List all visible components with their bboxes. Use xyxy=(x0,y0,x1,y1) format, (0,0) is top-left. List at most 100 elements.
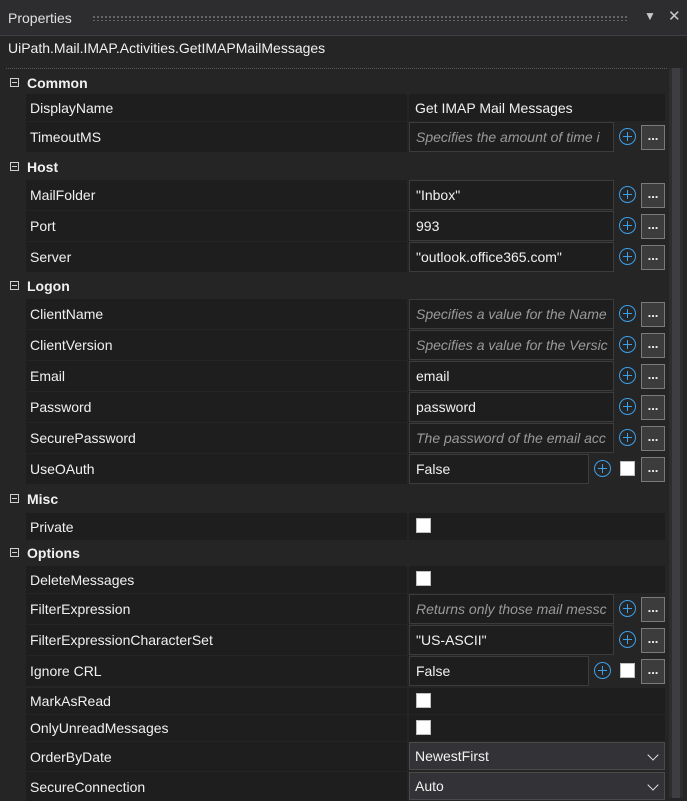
property-name: UseOAuth xyxy=(26,454,407,484)
add-argument-icon[interactable] xyxy=(594,662,611,679)
property-row-server[interactable]: Server "outlook.office365.com" ... xyxy=(0,242,666,272)
scrollbar-thumb[interactable] xyxy=(672,68,680,798)
property-name: ClientName xyxy=(26,299,407,329)
property-row-password[interactable]: Password password ... xyxy=(0,392,666,422)
deletemessages-checkbox[interactable] xyxy=(416,571,431,586)
clientname-input[interactable]: Specifies a value for the Name xyxy=(409,299,614,329)
property-row-clientversion[interactable]: ClientVersion Specifies a value for the … xyxy=(0,330,666,360)
timeoutms-input[interactable]: Specifies the amount of time i xyxy=(409,122,614,152)
more-button[interactable]: ... xyxy=(641,628,665,653)
property-row-securepassword[interactable]: SecurePassword The password of the email… xyxy=(0,423,666,453)
useoauth-checkbox[interactable] xyxy=(620,461,635,476)
property-name: OrderByDate xyxy=(26,742,407,771)
markasread-checkbox[interactable] xyxy=(416,693,431,708)
more-button[interactable]: ... xyxy=(641,659,665,684)
property-row-filterexpressioncharacterset[interactable]: FilterExpressionCharacterSet "US-ASCII" … xyxy=(0,625,666,655)
private-checkbox[interactable] xyxy=(416,518,431,533)
collapse-icon[interactable] xyxy=(10,494,19,503)
property-row-clientname[interactable]: ClientName Specifies a value for the Nam… xyxy=(0,299,666,329)
property-value[interactable]: Get IMAP Mail Messages xyxy=(409,94,665,121)
more-button[interactable]: ... xyxy=(641,183,665,208)
securepassword-input[interactable]: The password of the email acc xyxy=(409,423,614,453)
category-misc[interactable]: Misc xyxy=(0,489,666,509)
property-row-email[interactable]: Email email ... xyxy=(0,361,666,391)
pin-dropdown-icon[interactable]: ▼ xyxy=(644,9,656,23)
property-row-filterexpression[interactable]: FilterExpression Returns only those mail… xyxy=(0,594,666,624)
chevron-down-icon xyxy=(647,749,659,761)
more-button[interactable]: ... xyxy=(641,214,665,239)
more-button[interactable]: ... xyxy=(641,395,665,420)
property-name: SecurePassword xyxy=(26,423,407,453)
clientversion-input[interactable]: Specifies a value for the Versic xyxy=(409,330,614,360)
property-row-timeoutms[interactable]: TimeoutMS Specifies the amount of time i… xyxy=(0,122,666,152)
property-name: TimeoutMS xyxy=(26,122,407,152)
add-argument-icon[interactable] xyxy=(619,128,636,145)
collapse-icon[interactable] xyxy=(10,78,19,87)
secureconnection-select[interactable]: Auto xyxy=(409,772,665,800)
properties-titlebar: Properties ▼ ✕ xyxy=(0,0,687,36)
collapse-icon[interactable] xyxy=(10,162,19,171)
property-name: Port xyxy=(26,211,407,241)
filterexpressioncharacterset-input[interactable]: "US-ASCII" xyxy=(409,625,614,655)
collapse-icon[interactable] xyxy=(10,548,19,557)
vertical-scrollbar[interactable] xyxy=(669,68,683,798)
property-row-displayname[interactable]: DisplayName Get IMAP Mail Messages xyxy=(0,94,666,121)
more-button[interactable]: ... xyxy=(641,302,665,327)
useoauth-input[interactable]: False xyxy=(409,454,589,484)
property-row-ignorecrl[interactable]: Ignore CRL False ... xyxy=(0,656,666,686)
add-argument-icon[interactable] xyxy=(619,336,636,353)
property-name: FilterExpressionCharacterSet xyxy=(26,625,407,655)
onlyunreadmessages-checkbox[interactable] xyxy=(416,720,431,735)
close-icon[interactable]: ✕ xyxy=(668,7,681,25)
activity-type-name: UiPath.Mail.IMAP.Activities.GetIMAPMailM… xyxy=(8,40,326,56)
more-button[interactable]: ... xyxy=(641,364,665,389)
add-argument-icon[interactable] xyxy=(619,217,636,234)
category-logon[interactable]: Logon xyxy=(0,276,666,296)
server-input[interactable]: "outlook.office365.com" xyxy=(409,242,614,272)
more-button[interactable]: ... xyxy=(641,426,665,451)
orderbydate-select[interactable]: NewestFirst xyxy=(409,742,665,770)
mailfolder-input[interactable]: "Inbox" xyxy=(409,180,614,210)
ignorecrl-checkbox[interactable] xyxy=(620,663,635,678)
property-name: OnlyUnreadMessages xyxy=(26,715,407,741)
add-argument-icon[interactable] xyxy=(594,460,611,477)
more-button[interactable]: ... xyxy=(641,125,665,150)
property-value xyxy=(409,715,665,741)
chevron-down-icon xyxy=(647,779,659,791)
add-argument-icon[interactable] xyxy=(619,631,636,648)
grid-top-border xyxy=(6,68,667,69)
more-button[interactable]: ... xyxy=(641,245,665,270)
property-row-private[interactable]: Private xyxy=(0,513,666,540)
port-input[interactable]: 993 xyxy=(409,211,614,241)
collapse-icon[interactable] xyxy=(10,281,19,290)
property-row-onlyunreadmessages[interactable]: OnlyUnreadMessages xyxy=(0,715,666,741)
add-argument-icon[interactable] xyxy=(619,248,636,265)
property-row-secureconnection[interactable]: SecureConnection Auto xyxy=(0,772,666,801)
panel-title: Properties xyxy=(8,10,72,26)
category-host[interactable]: Host xyxy=(0,157,666,177)
password-input[interactable]: password xyxy=(409,392,614,422)
property-value xyxy=(409,688,665,714)
property-row-deletemessages[interactable]: DeleteMessages xyxy=(0,566,666,593)
ignorecrl-input[interactable]: False xyxy=(409,656,589,686)
property-row-markasread[interactable]: MarkAsRead xyxy=(0,688,666,714)
more-button[interactable]: ... xyxy=(641,457,665,482)
filterexpression-input[interactable]: Returns only those mail messc xyxy=(409,594,614,624)
add-argument-icon[interactable] xyxy=(619,600,636,617)
property-row-orderbydate[interactable]: OrderByDate NewestFirst xyxy=(0,742,666,771)
category-common[interactable]: Common xyxy=(0,73,666,93)
add-argument-icon[interactable] xyxy=(619,186,636,203)
property-row-port[interactable]: Port 993 ... xyxy=(0,211,666,241)
property-name: FilterExpression xyxy=(26,594,407,624)
category-options[interactable]: Options xyxy=(0,543,666,563)
add-argument-icon[interactable] xyxy=(619,367,636,384)
email-input[interactable]: email xyxy=(409,361,614,391)
add-argument-icon[interactable] xyxy=(619,429,636,446)
more-button[interactable]: ... xyxy=(641,333,665,358)
property-row-useoauth[interactable]: UseOAuth False ... xyxy=(0,454,666,484)
property-row-mailfolder[interactable]: MailFolder "Inbox" ... xyxy=(0,180,666,210)
category-label: Logon xyxy=(27,278,70,294)
add-argument-icon[interactable] xyxy=(619,398,636,415)
add-argument-icon[interactable] xyxy=(619,305,636,322)
more-button[interactable]: ... xyxy=(641,597,665,622)
